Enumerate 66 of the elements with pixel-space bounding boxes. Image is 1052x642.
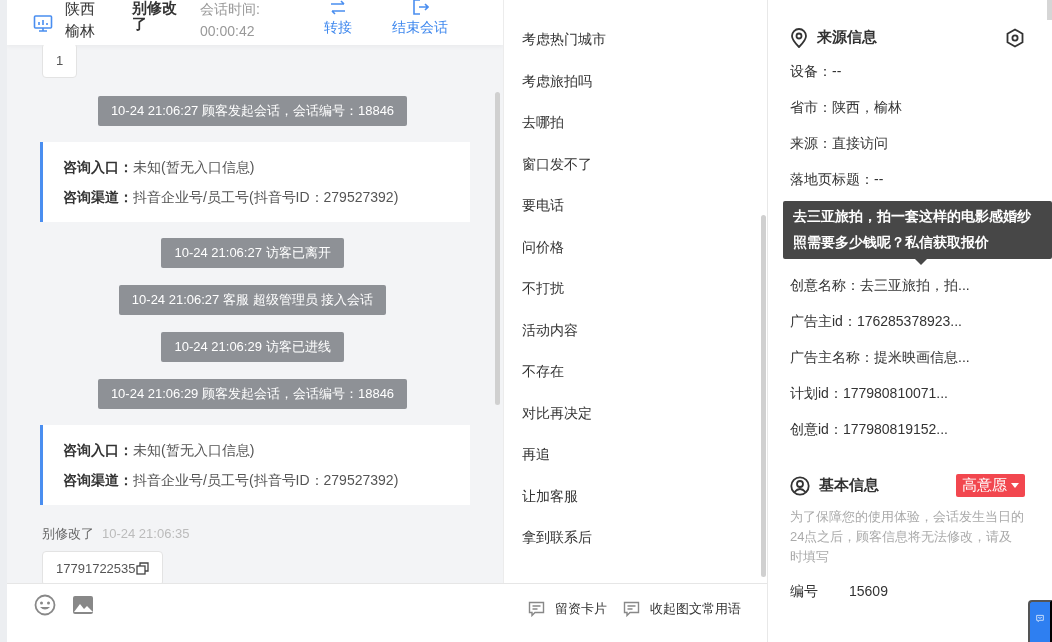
settings-icon[interactable] xyxy=(1005,27,1025,48)
quick-phrase[interactable]: 对比再决定 xyxy=(504,392,767,434)
field-label: 编号 xyxy=(790,583,819,601)
quick-phrase[interactable]: 拿到联系后 xyxy=(504,517,767,559)
quick-phrase[interactable]: 考虑热门城市 xyxy=(504,19,767,61)
image-icon xyxy=(72,594,94,616)
entry-info-line: 咨询入口：未知(暂无入口信息) xyxy=(63,441,256,460)
end-session-button[interactable]: 结束会话 xyxy=(392,0,448,37)
quick-phrase[interactable]: 考虑旅拍吗 xyxy=(504,60,767,102)
monitor-icon xyxy=(33,13,53,32)
source-field: 落地页标题：-- xyxy=(790,161,1025,197)
system-notice: 10-24 21:06:27 访客已离开 xyxy=(161,238,344,268)
system-notice: 10-24 21:06:29 访客已进线 xyxy=(161,332,344,362)
scrollbar[interactable] xyxy=(495,92,500,405)
quick-phrase[interactable]: 活动内容 xyxy=(504,309,767,351)
section-title: 基本信息 xyxy=(819,476,879,495)
system-notice: 10-24 21:06:27 顾客发起会话，会话编号：18846 xyxy=(97,96,408,126)
location-pin-icon xyxy=(790,27,808,48)
duration-value: 00:00:42 xyxy=(200,21,256,41)
tooltip-pointer xyxy=(915,259,927,265)
chat-float-button[interactable] xyxy=(1028,600,1052,642)
message-icon xyxy=(623,601,640,617)
entry-info-line: 咨询渠道：抖音企业号/员工号(抖音号ID：279527392) xyxy=(63,188,400,207)
tooltip: 去三亚旅拍，拍一套这样的电影感婚纱照需要多少钱呢？私信获取报价 xyxy=(783,201,1052,259)
sender-name: 别修改了 xyxy=(42,526,94,541)
transfer-button[interactable]: 转接 xyxy=(324,0,352,37)
message-time: 10-24 21:06:35 xyxy=(102,526,190,541)
source-field: 设备：-- xyxy=(790,53,1025,89)
system-notice: 10-24 21:06:27 客服 超级管理员 接入会话 xyxy=(118,285,387,315)
transfer-arrows-icon xyxy=(329,0,347,16)
section-title: 来源信息 xyxy=(817,28,877,47)
entry-info-line: 咨询渠道：抖音企业号/员工号(抖音号ID：279527392) xyxy=(63,471,400,490)
emoji-icon xyxy=(34,594,56,616)
customer-name: 别修改了 xyxy=(132,0,178,32)
source-field: 省市：陕西，榆林 xyxy=(790,89,1025,125)
quick-phrase[interactable]: 再追 xyxy=(504,434,767,476)
quick-phrase[interactable]: 不存在 xyxy=(504,351,767,393)
system-notice: 10-24 21:06:29 顾客发起会话，会话编号：18846 xyxy=(97,379,408,409)
source-field: 计划id：177980810071... xyxy=(790,375,1025,411)
message-bubble: 1 xyxy=(42,45,78,78)
field-value: 15609 xyxy=(849,583,888,601)
message-bubble: 17791722535 xyxy=(42,551,163,583)
quick-phrase[interactable]: 不打扰 xyxy=(504,268,767,310)
scrollbar[interactable] xyxy=(1047,0,1052,20)
duration-label: 会话时间: xyxy=(200,0,261,19)
caret-icon xyxy=(1011,483,1019,488)
scrollbar[interactable] xyxy=(761,215,766,577)
customer-location: 陕西榆林 xyxy=(65,0,96,41)
source-field: 创意名称：去三亚旅拍，拍... xyxy=(790,267,1025,303)
quick-phrase[interactable]: 去哪拍 xyxy=(504,102,767,144)
notice-text: 为了保障您的使用体验，会话发生当日的24点之后，顾客信息将无法修改，请及时填写 xyxy=(790,509,1024,564)
entry-info-line: 咨询入口：未知(暂无入口信息) xyxy=(63,158,256,177)
quick-phrase[interactable]: 要电话 xyxy=(504,185,767,227)
intent-dropdown[interactable]: 高意愿 xyxy=(956,474,1025,497)
compose-link[interactable]: 留资卡片 xyxy=(528,600,607,618)
quick-phrase[interactable]: 窗口发不了 xyxy=(504,143,767,185)
compose-link[interactable]: 收起图文常用语 xyxy=(623,600,741,618)
source-field: 来源：直接访问 xyxy=(790,125,1025,161)
quick-phrase[interactable]: 让加客服 xyxy=(504,475,767,517)
quick-phrase[interactable]: 问价格 xyxy=(504,226,767,268)
source-field: 广告主id：176285378923... xyxy=(790,303,1025,339)
source-field: 创意id：177980819152... xyxy=(790,411,1025,447)
exit-icon xyxy=(411,0,429,16)
user-circle-icon xyxy=(790,475,810,496)
source-field: 广告主名称：提米映画信息... xyxy=(790,339,1025,375)
message-icon xyxy=(528,601,545,617)
